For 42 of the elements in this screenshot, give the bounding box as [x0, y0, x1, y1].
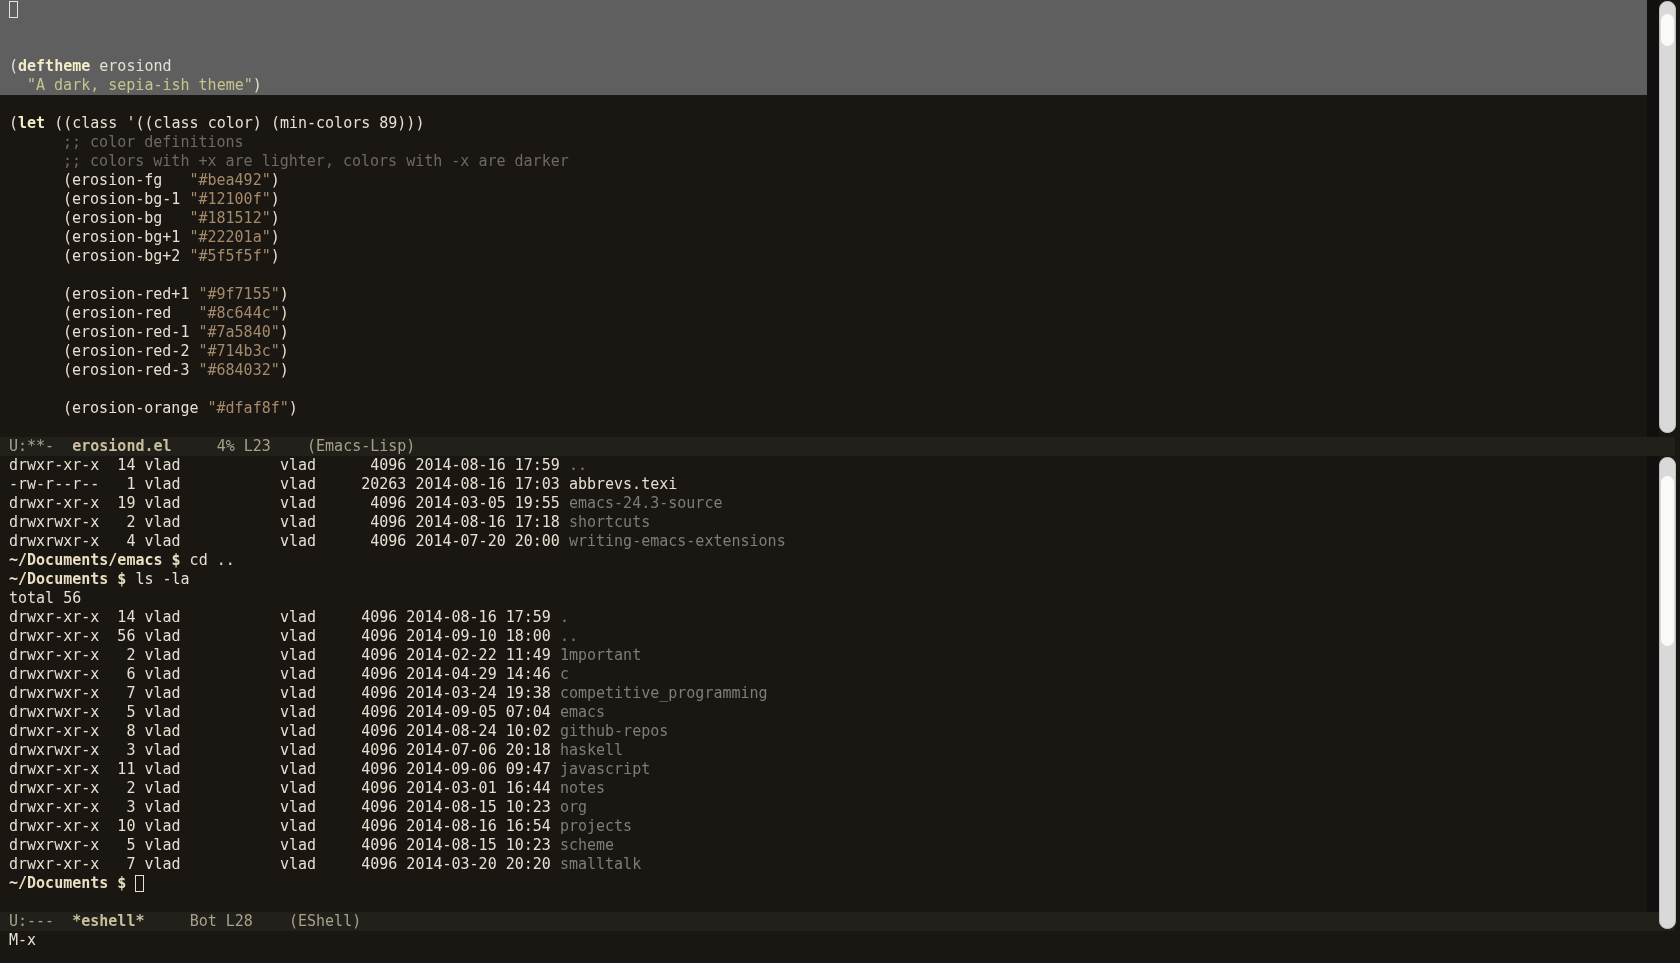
code-line: (let ((class '((class color) (min-colors 89))) [9, 114, 425, 133]
code-line: ~/Documents/emacs $ cd .. [9, 551, 235, 570]
code-line: drwxr-xr-x 2 vlad vlad 4096 2014-02-22 11:49 1mportant [9, 646, 642, 665]
code-line: drwxr-xr-x 14 vlad vlad 4096 2014-08-16 17:59 . [9, 608, 569, 627]
code-line: drwxr-xr-x 7 vlad vlad 4096 2014-03-20 20:20 smalltalk [9, 855, 642, 874]
code-line: drwxr-xr-x 11 vlad vlad 4096 2014-09-06 09:47 javascript [9, 760, 651, 779]
code-line: (erosion-red "#8c644c") [63, 304, 289, 323]
code-line: drwxr-xr-x 3 vlad vlad 4096 2014-08-15 10:23 org [9, 798, 587, 817]
code-line: drwxr-xr-x 8 vlad vlad 4096 2014-08-24 10:02 github-repos [9, 722, 669, 741]
code-line: (erosion-red-1 "#7a5840") [63, 323, 289, 342]
code-line: (erosion-bg+2 "#5f5f5f") [63, 247, 280, 266]
code-line: drwxrwxr-x 6 vlad vlad 4096 2014-04-29 14:46 c [9, 665, 569, 684]
code-line: (erosion-bg "#181512") [63, 209, 280, 228]
code-line: drwxr-xr-x 19 vlad vlad 4096 2014-03-05 19:55 emacs-24.3-source [9, 494, 723, 513]
code-line: drwxr-xr-x 14 vlad vlad 4096 2014-08-16 17:59 .. [9, 456, 587, 475]
code-line: drwxrwxr-x 3 vlad vlad 4096 2014-07-06 20:18 haskell [9, 741, 624, 760]
code-line: drwxr-xr-x 10 vlad vlad 4096 2014-08-16 16:54 projects [9, 817, 633, 836]
code-line: ;; color definitions [63, 133, 244, 152]
code-line: (erosion-red+1 "#9f7155") [63, 285, 289, 304]
code-line: (erosion-red-2 "#714b3c") [63, 342, 289, 361]
code-line: drwxr-xr-x 2 vlad vlad 4096 2014-03-01 16:44 notes [9, 779, 606, 798]
code-line: (erosion-fg "#bea492") [63, 171, 280, 190]
code-line: ;; colors with +x are lighter, colors with -x are darker [63, 152, 569, 171]
code-line: drwxrwxr-x 2 vlad vlad 4096 2014-08-16 17:18 shortcuts [9, 513, 651, 532]
code-line: (erosion-red-3 "#684032") [63, 361, 289, 380]
code-line: (erosion-bg+1 "#22201a") [63, 228, 280, 247]
scrollbar[interactable] [1659, 457, 1676, 929]
code-line: ~/Documents $ [9, 874, 127, 893]
code-line: (erosion-bg-1 "#12100f") [63, 190, 280, 209]
code-line: total 56 [9, 589, 82, 608]
code-line: ~/Documents $ ls -la [9, 570, 190, 589]
code-line: drwxrwxr-x 5 vlad vlad 4096 2014-09-05 07:04 emacs [9, 703, 606, 722]
code-line: (erosion-orange "#dfaf8f") [63, 399, 298, 418]
scrollbar[interactable] [1659, 1, 1676, 433]
code-line: drwxrwxr-x 5 vlad vlad 4096 2014-08-15 10:23 scheme [9, 836, 615, 855]
minibuffer-prompt: M-x [9, 931, 37, 950]
code-line: drwxrwxr-x 4 vlad vlad 4096 2014-07-20 20:00 writing-emacs-extensions [9, 532, 786, 551]
code-line: drwxr-xr-x 56 vlad vlad 4096 2014-09-10 18:00 .. [9, 627, 578, 646]
code-line: (deftheme erosiond [9, 57, 172, 76]
code-line: "A dark, sepia-ish theme") [27, 76, 262, 95]
code-line: drwxrwxr-x 7 vlad vlad 4096 2014-03-24 19:38 competitive_programming [9, 684, 768, 703]
code-line: -rw-r--r-- 1 vlad vlad 20263 2014-08-16 17:03 abbrevs.texi [9, 475, 678, 494]
